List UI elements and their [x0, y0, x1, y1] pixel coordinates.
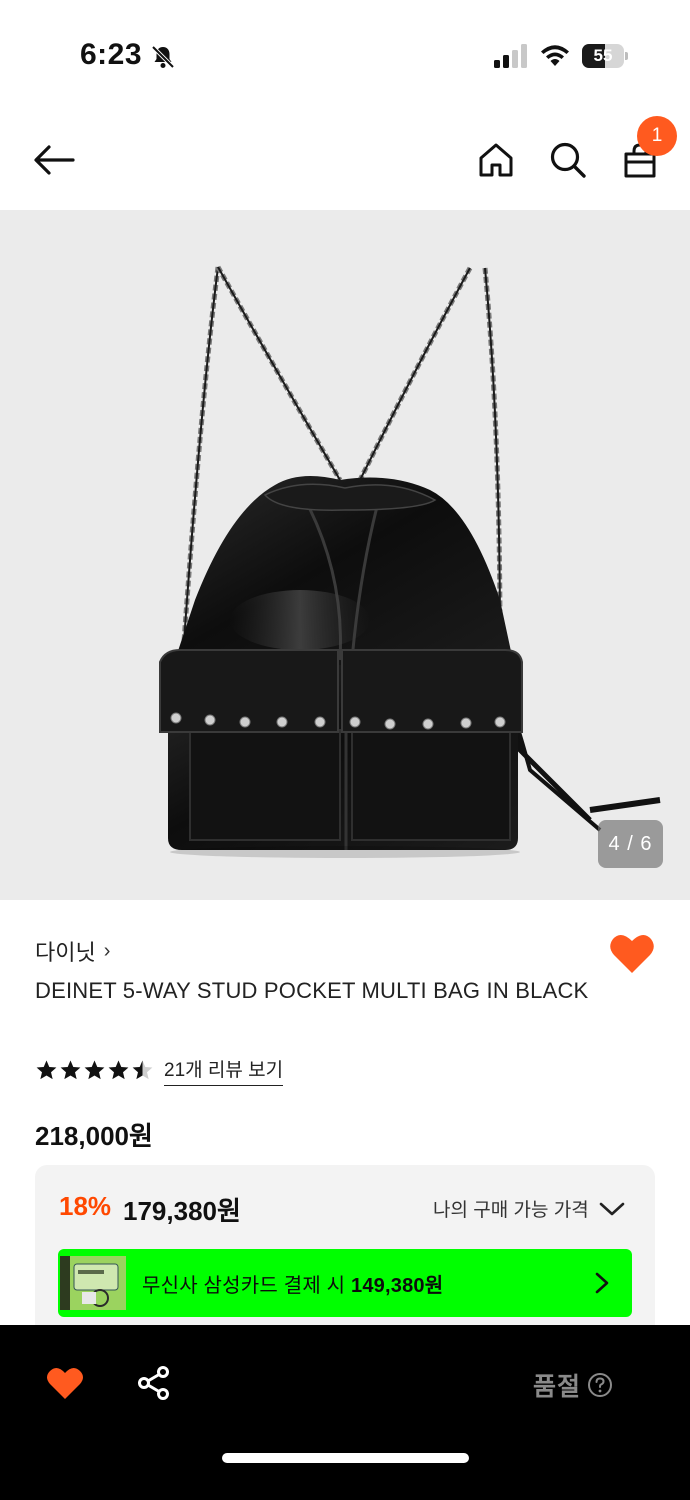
sold-out-status: 품절	[533, 1367, 613, 1403]
chevron-down-icon	[599, 1202, 624, 1215]
search-button[interactable]	[546, 138, 590, 182]
star-icon	[84, 1060, 105, 1080]
chevron-right-icon	[595, 1272, 609, 1294]
rating-row: 21개 리뷰 보기	[35, 1055, 284, 1086]
card-offer-text: 무신사 삼성카드 결제 시 149,380원	[142, 1269, 443, 1298]
review-link[interactable]: 21개 리뷰 보기	[164, 1055, 284, 1086]
back-button[interactable]	[32, 138, 76, 182]
battery-level: 55	[593, 46, 613, 65]
my-price-toggle[interactable]: 나의 구매 가능 가격	[433, 1195, 625, 1222]
star-icon	[108, 1060, 129, 1080]
status-time: 6:23	[80, 38, 143, 71]
my-price-label: 나의 구매 가능 가격	[433, 1200, 589, 1221]
back-arrow-icon	[34, 145, 75, 175]
star-icon	[60, 1060, 81, 1080]
heart-icon	[47, 1367, 83, 1399]
image-counter: 4 / 6	[598, 820, 663, 868]
heart-icon	[610, 934, 654, 973]
battery-indicator: 55	[582, 44, 628, 68]
share-icon	[138, 1366, 169, 1400]
chevron-right-icon: ›	[103, 939, 111, 962]
card-offer-banner[interactable]: 무신사 삼성카드 결제 시 149,380원	[58, 1249, 632, 1317]
top-navigation	[0, 110, 690, 210]
brand-link[interactable]: 다이닛 ›	[35, 935, 110, 967]
card-offer-prefix: 무신사 삼성카드 결제 시	[142, 1274, 352, 1297]
home-icon	[479, 143, 513, 177]
star-rating	[35, 1059, 154, 1082]
card-thumbnail	[60, 1256, 126, 1310]
bottom-action-bar: 품절	[0, 1325, 690, 1500]
product-image[interactable]	[0, 210, 690, 900]
cart-count-badge: 1	[637, 116, 677, 156]
wifi-icon	[541, 45, 569, 66]
bell-off-icon	[151, 45, 175, 69]
sold-out-label: 품절	[533, 1373, 582, 1401]
like-button[interactable]	[46, 1365, 84, 1401]
cellular-signal-icon	[494, 44, 527, 68]
product-name: DEINET 5-WAY STUD POCKET MULTI BAG IN BL…	[35, 978, 589, 1003]
sale-price: 179,380원	[123, 1196, 241, 1226]
status-bar: 6:23 55	[0, 0, 690, 110]
original-price: 218,000원	[35, 1121, 153, 1151]
share-button[interactable]	[136, 1365, 172, 1401]
brand-name: 다이닛	[35, 940, 96, 965]
discount-rate: 18%	[59, 1191, 112, 1221]
card-offer-price: 149,380원	[351, 1274, 444, 1297]
help-icon[interactable]	[587, 1372, 613, 1398]
wishlist-heart-button[interactable]	[609, 931, 655, 975]
search-icon	[550, 142, 586, 178]
star-icon	[36, 1060, 57, 1080]
star-icon	[132, 1060, 153, 1080]
product-photo-bag	[159, 265, 661, 858]
home-indicator	[222, 1453, 469, 1463]
home-button[interactable]	[474, 138, 518, 182]
